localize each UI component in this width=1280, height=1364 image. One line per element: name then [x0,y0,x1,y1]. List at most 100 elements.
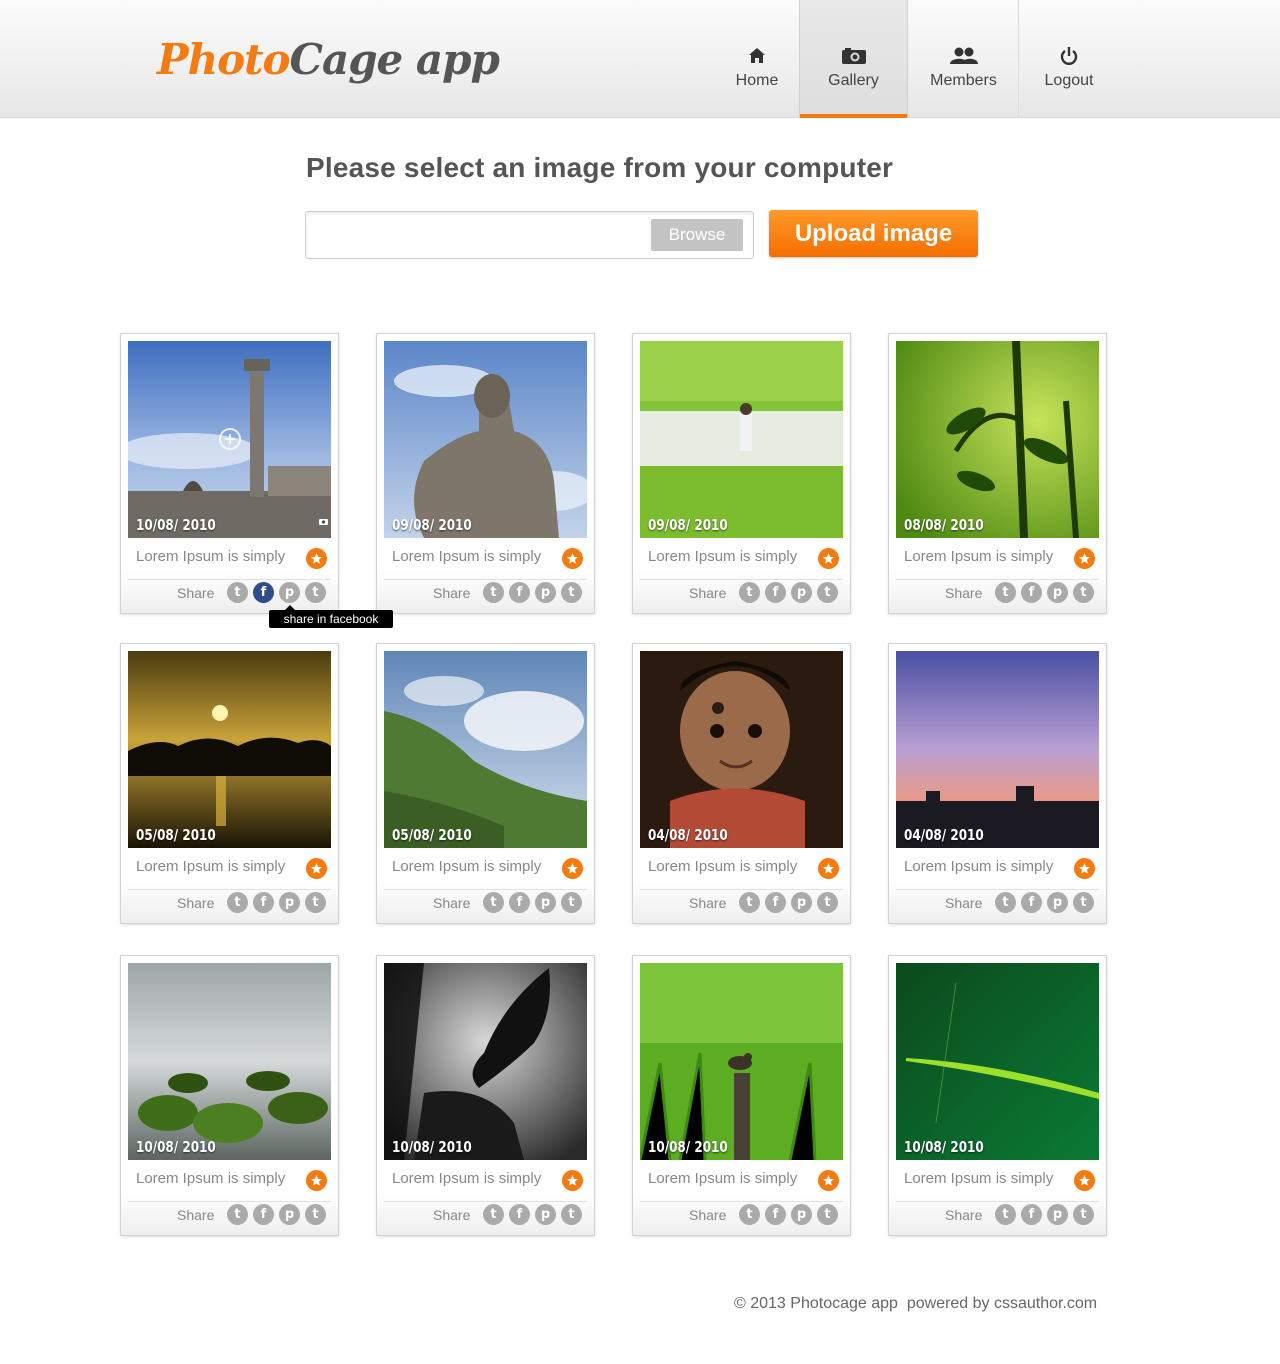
gallery-card[interactable]: 05/08/ 2010 Lorem Ipsum is simply Share … [120,643,339,924]
twitter-icon[interactable]: t [739,1204,760,1225]
share-label: Share [689,895,727,911]
facebook-icon[interactable]: f [1021,1204,1042,1225]
browse-button[interactable]: Browse [651,219,743,251]
tumblr-icon[interactable]: t [305,1204,326,1225]
facebook-icon[interactable]: f [765,892,786,913]
gallery-photo[interactable]: 09/08/ 2010 [640,341,843,538]
tumblr-icon[interactable]: t [561,582,582,603]
gallery-photo[interactable]: 10/08/ 2010 [384,963,587,1160]
zoom-in-icon[interactable] [218,427,242,456]
star-icon[interactable] [1074,858,1095,879]
gallery-card[interactable]: 10/08/ 2010 Lorem Ipsum is simply Share … [120,955,339,1236]
star-icon[interactable] [1074,1170,1095,1191]
tumblr-icon[interactable]: t [817,1204,838,1225]
star-icon[interactable] [562,1170,583,1191]
twitter-icon[interactable]: t [227,582,248,603]
facebook-icon[interactable]: f [509,582,530,603]
gallery-card[interactable]: 09/08/ 2010 Lorem Ipsum is simply Share … [376,333,595,614]
pinterest-icon[interactable]: p [535,1204,556,1225]
facebook-icon[interactable]: f [253,892,274,913]
pinterest-icon[interactable]: p [1047,1204,1068,1225]
star-icon[interactable] [818,548,839,569]
pinterest-icon[interactable]: p [535,582,556,603]
star-icon[interactable] [306,548,327,569]
nav-logout[interactable]: Logout [1019,0,1119,118]
tumblr-icon[interactable]: t [561,1204,582,1225]
share-label: Share [177,585,215,601]
pinterest-icon[interactable]: p [791,582,812,603]
facebook-icon[interactable]: f [765,1204,786,1225]
twitter-icon[interactable]: t [739,892,760,913]
gallery-card[interactable]: 04/08/ 2010 Lorem Ipsum is simply Share … [632,643,851,924]
tumblr-icon[interactable]: t [305,892,326,913]
photo-date: 04/08/ 2010 [648,826,728,844]
facebook-icon[interactable]: f [765,582,786,603]
twitter-icon[interactable]: t [995,582,1016,603]
twitter-icon[interactable]: t [995,1204,1016,1225]
gallery-photo[interactable]: 05/08/ 2010 [384,651,587,848]
nav-members[interactable]: Members [908,0,1019,118]
star-icon[interactable] [306,858,327,879]
gallery-photo[interactable]: 10/08/ 2010 [128,963,331,1160]
gallery-photo[interactable]: 10/08/ 2010 [128,341,331,538]
upload-image-button[interactable]: Upload image [769,210,978,257]
twitter-icon[interactable]: t [995,892,1016,913]
star-icon[interactable] [818,858,839,879]
nav-home[interactable]: Home [715,0,799,118]
gallery-photo[interactable]: 05/08/ 2010 [128,651,331,848]
gallery-photo[interactable]: 10/08/ 2010 [896,963,1099,1160]
tumblr-icon[interactable]: t [817,892,838,913]
tumblr-icon[interactable]: t [817,582,838,603]
facebook-icon[interactable]: f [253,582,274,603]
pinterest-icon[interactable]: p [279,892,300,913]
tumblr-icon[interactable]: t [561,892,582,913]
facebook-icon[interactable]: f [1021,892,1042,913]
gallery-photo[interactable]: 08/08/ 2010 [896,341,1099,538]
twitter-icon[interactable]: t [739,582,760,603]
twitter-icon[interactable]: t [483,582,504,603]
twitter-icon[interactable]: t [227,892,248,913]
gallery-card[interactable]: 05/08/ 2010 Lorem Ipsum is simply Share … [376,643,595,924]
gallery-card[interactable]: 10/08/ 2010 Lorem Ipsum is simply Share … [888,955,1107,1236]
star-icon[interactable] [562,548,583,569]
share-label: Share [945,1207,983,1223]
camera-icon [319,512,328,530]
star-icon[interactable] [562,858,583,879]
gallery-photo[interactable]: 09/08/ 2010 [384,341,587,538]
pinterest-icon[interactable]: p [791,1204,812,1225]
star-icon[interactable] [818,1170,839,1191]
star-icon[interactable] [306,1170,327,1191]
twitter-icon[interactable]: t [227,1204,248,1225]
gallery-photo[interactable]: 04/08/ 2010 [896,651,1099,848]
pinterest-icon[interactable]: p [279,1204,300,1225]
gallery-card[interactable]: 09/08/ 2010 Lorem Ipsum is simply Share … [632,333,851,614]
facebook-icon[interactable]: f [509,892,530,913]
gallery-card[interactable]: 08/08/ 2010 Lorem Ipsum is simply Share … [888,333,1107,614]
twitter-icon[interactable]: t [483,892,504,913]
gallery-card[interactable]: 10/08/ 2010 Lorem Ipsum is simply Share … [376,955,595,1236]
nav-gallery[interactable]: Gallery [799,0,908,118]
pinterest-icon[interactable]: p [791,892,812,913]
gallery-photo[interactable]: 10/08/ 2010 [640,963,843,1160]
star-icon[interactable] [1074,548,1095,569]
pinterest-icon[interactable]: p [535,892,556,913]
photo-date: 10/08/ 2010 [136,1138,216,1156]
card-divider [896,889,1099,890]
tumblr-icon[interactable]: t [1073,892,1094,913]
gallery-card[interactable]: 04/08/ 2010 Lorem Ipsum is simply Share … [888,643,1107,924]
pinterest-icon[interactable]: p [1047,582,1068,603]
gallery-card[interactable]: 10/08/ 2010 Lorem Ipsum is simply Share … [632,955,851,1236]
facebook-icon[interactable]: f [1021,582,1042,603]
pinterest-icon[interactable]: p [1047,892,1068,913]
facebook-icon[interactable]: f [509,1204,530,1225]
facebook-icon[interactable]: f [253,1204,274,1225]
gallery-photo[interactable]: 04/08/ 2010 [640,651,843,848]
tumblr-icon[interactable]: t [1073,1204,1094,1225]
gallery-card[interactable]: 10/08/ 2010 Lorem Ipsum is simply Share … [120,333,339,614]
card-divider [640,579,843,580]
twitter-icon[interactable]: t [483,1204,504,1225]
app-logo[interactable]: PhotoCage app [157,30,500,90]
tumblr-icon[interactable]: t [1073,582,1094,603]
tumblr-icon[interactable]: t [305,582,326,603]
pinterest-icon[interactable]: p [279,582,300,603]
